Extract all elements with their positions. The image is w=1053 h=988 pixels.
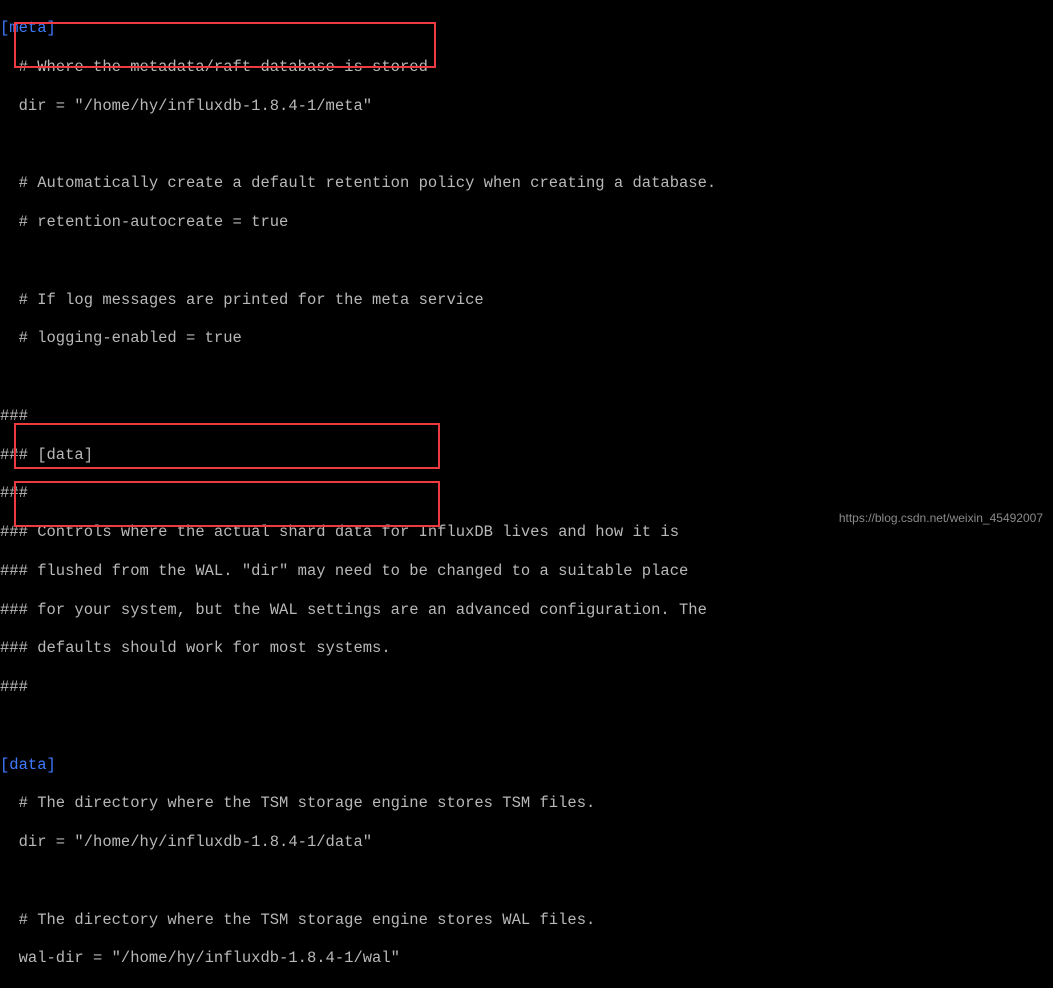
data-desc-line4: ### defaults should work for most system… — [0, 639, 1053, 658]
blank-line — [0, 717, 1053, 736]
meta-comment-logging: # If log messages are printed for the me… — [0, 291, 1053, 310]
data-desc-line2: ### flushed from the WAL. "dir" may need… — [0, 562, 1053, 581]
meta-comment-storage: # Where the metadata/raft database is st… — [0, 58, 1053, 77]
meta-comment-retention: # Automatically create a default retenti… — [0, 174, 1053, 193]
blank-line — [0, 252, 1053, 271]
meta-retention-setting: # retention-autocreate = true — [0, 213, 1053, 232]
data-waldir-setting: wal-dir = "/home/hy/influxdb-1.8.4-1/wal… — [0, 949, 1053, 968]
data-section-comment-header: ### [data] — [0, 446, 1053, 465]
data-comment-wal: # The directory where the TSM storage en… — [0, 911, 1053, 930]
blank-line — [0, 136, 1053, 155]
hash-separator: ### — [0, 484, 1053, 503]
blank-line — [0, 368, 1053, 387]
terminal-content: [meta] # Where the metadata/raft databas… — [0, 0, 1053, 988]
hash-separator: ### — [0, 678, 1053, 697]
data-desc-line3: ### for your system, but the WAL setting… — [0, 601, 1053, 620]
meta-logging-setting: # logging-enabled = true — [0, 329, 1053, 348]
data-comment-tsm: # The directory where the TSM storage en… — [0, 794, 1053, 813]
data-dir-setting: dir = "/home/hy/influxdb-1.8.4-1/data" — [0, 833, 1053, 852]
data-section-header: [data] — [0, 756, 1053, 775]
hash-separator: ### — [0, 407, 1053, 426]
meta-dir-setting: dir = "/home/hy/influxdb-1.8.4-1/meta" — [0, 97, 1053, 116]
data-desc-line1: ### Controls where the actual shard data… — [0, 523, 1053, 542]
watermark-url: https://blog.csdn.net/weixin_45492007 — [839, 511, 1043, 526]
blank-line — [0, 872, 1053, 891]
meta-section-header: [meta] — [0, 19, 1053, 38]
